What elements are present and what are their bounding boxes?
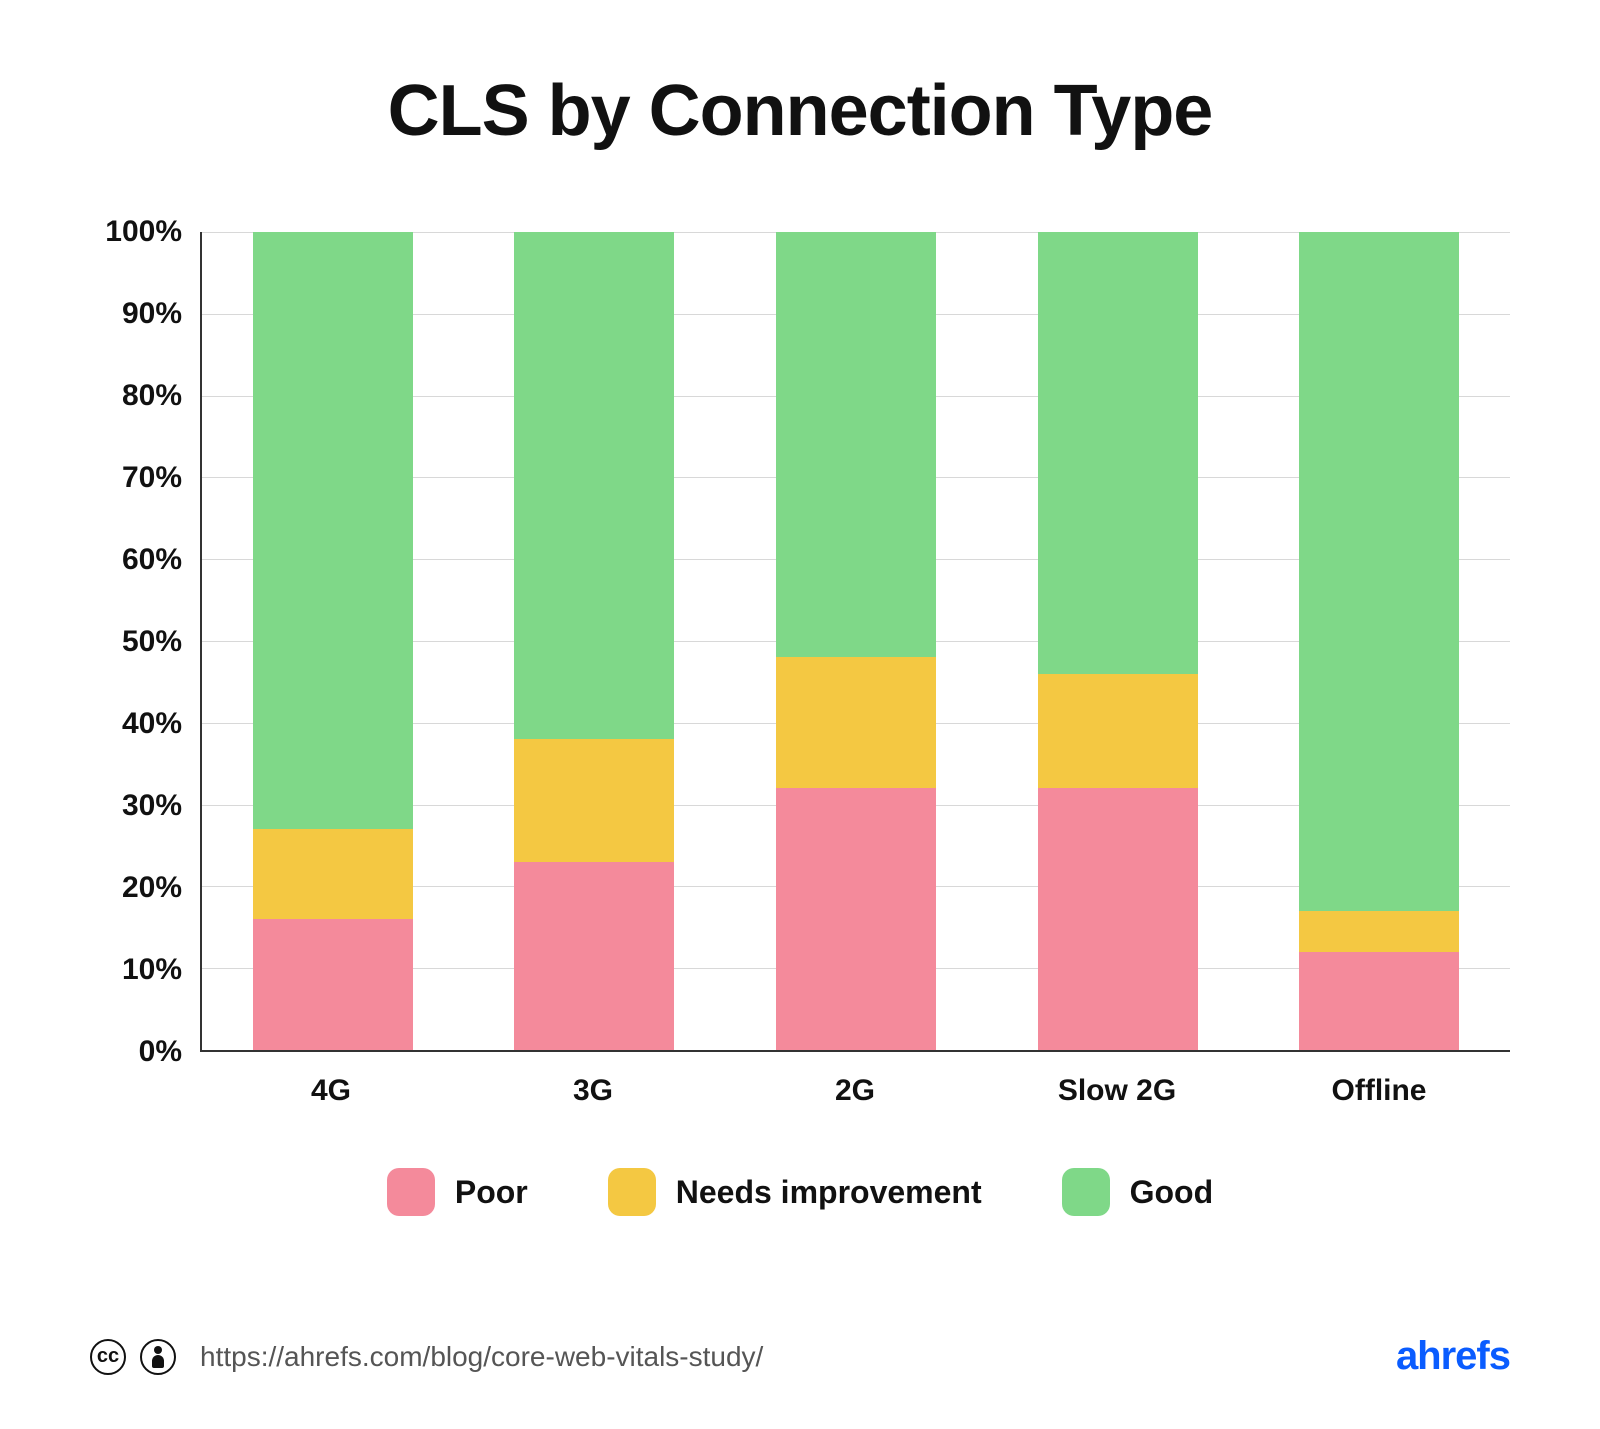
x-label: 4G xyxy=(251,1074,411,1108)
chart-area: 100% 90% 80% 70% 60% 50% 40% 30% 20% 10%… xyxy=(90,232,1510,1334)
footer-left: cc https://ahrefs.com/blog/core-web-vita… xyxy=(90,1339,763,1375)
bars-container xyxy=(202,232,1510,1050)
legend-item-needs: Needs improvement xyxy=(608,1168,982,1216)
x-labels: 4G 3G 2G Slow 2G Offline xyxy=(200,1074,1510,1108)
footer: cc https://ahrefs.com/blog/core-web-vita… xyxy=(90,1334,1510,1379)
plot: 100% 90% 80% 70% 60% 50% 40% 30% 20% 10%… xyxy=(90,232,1510,1052)
bar-segment xyxy=(1038,232,1198,674)
x-axis: 4G 3G 2G Slow 2G Offline xyxy=(200,1052,1510,1108)
bar-segment xyxy=(253,232,413,829)
bar-column xyxy=(253,232,413,1050)
bar-segment xyxy=(1038,788,1198,1050)
legend-swatch-needs xyxy=(608,1168,656,1216)
bar-column xyxy=(1299,232,1459,1050)
bar-column xyxy=(514,232,674,1050)
legend-swatch-good xyxy=(1062,1168,1110,1216)
legend-swatch-poor xyxy=(387,1168,435,1216)
bar-segment xyxy=(1299,232,1459,911)
bar-segment xyxy=(776,788,936,1050)
legend-item-poor: Poor xyxy=(387,1168,528,1216)
chart-title: CLS by Connection Type xyxy=(90,70,1510,152)
attribution-icon xyxy=(140,1339,176,1375)
creative-commons-icon: cc xyxy=(90,1339,126,1375)
bar-segment xyxy=(514,232,674,739)
bar-segment xyxy=(253,919,413,1050)
bar-column xyxy=(1038,232,1198,1050)
x-label: 2G xyxy=(775,1074,935,1108)
bar-segment xyxy=(776,657,936,788)
legend-label: Poor xyxy=(455,1174,528,1211)
bar-segment xyxy=(1299,952,1459,1050)
x-label: Slow 2G xyxy=(1037,1074,1197,1108)
bar-segment xyxy=(514,739,674,862)
bar-segment xyxy=(776,232,936,657)
bar-segment xyxy=(1038,674,1198,789)
plot-body xyxy=(200,232,1510,1052)
bar-segment xyxy=(253,829,413,919)
legend: Poor Needs improvement Good xyxy=(90,1168,1510,1216)
legend-label: Good xyxy=(1130,1174,1214,1211)
bar-segment xyxy=(1299,911,1459,952)
bar-segment xyxy=(514,862,674,1050)
legend-label: Needs improvement xyxy=(676,1174,982,1211)
bar-column xyxy=(776,232,936,1050)
y-axis: 100% 90% 80% 70% 60% 50% 40% 30% 20% 10%… xyxy=(90,232,200,1052)
x-label: Offline xyxy=(1299,1074,1459,1108)
source-url: https://ahrefs.com/blog/core-web-vitals-… xyxy=(200,1341,763,1373)
x-label: 3G xyxy=(513,1074,673,1108)
brand-logo: ahrefs xyxy=(1396,1334,1510,1379)
legend-item-good: Good xyxy=(1062,1168,1214,1216)
